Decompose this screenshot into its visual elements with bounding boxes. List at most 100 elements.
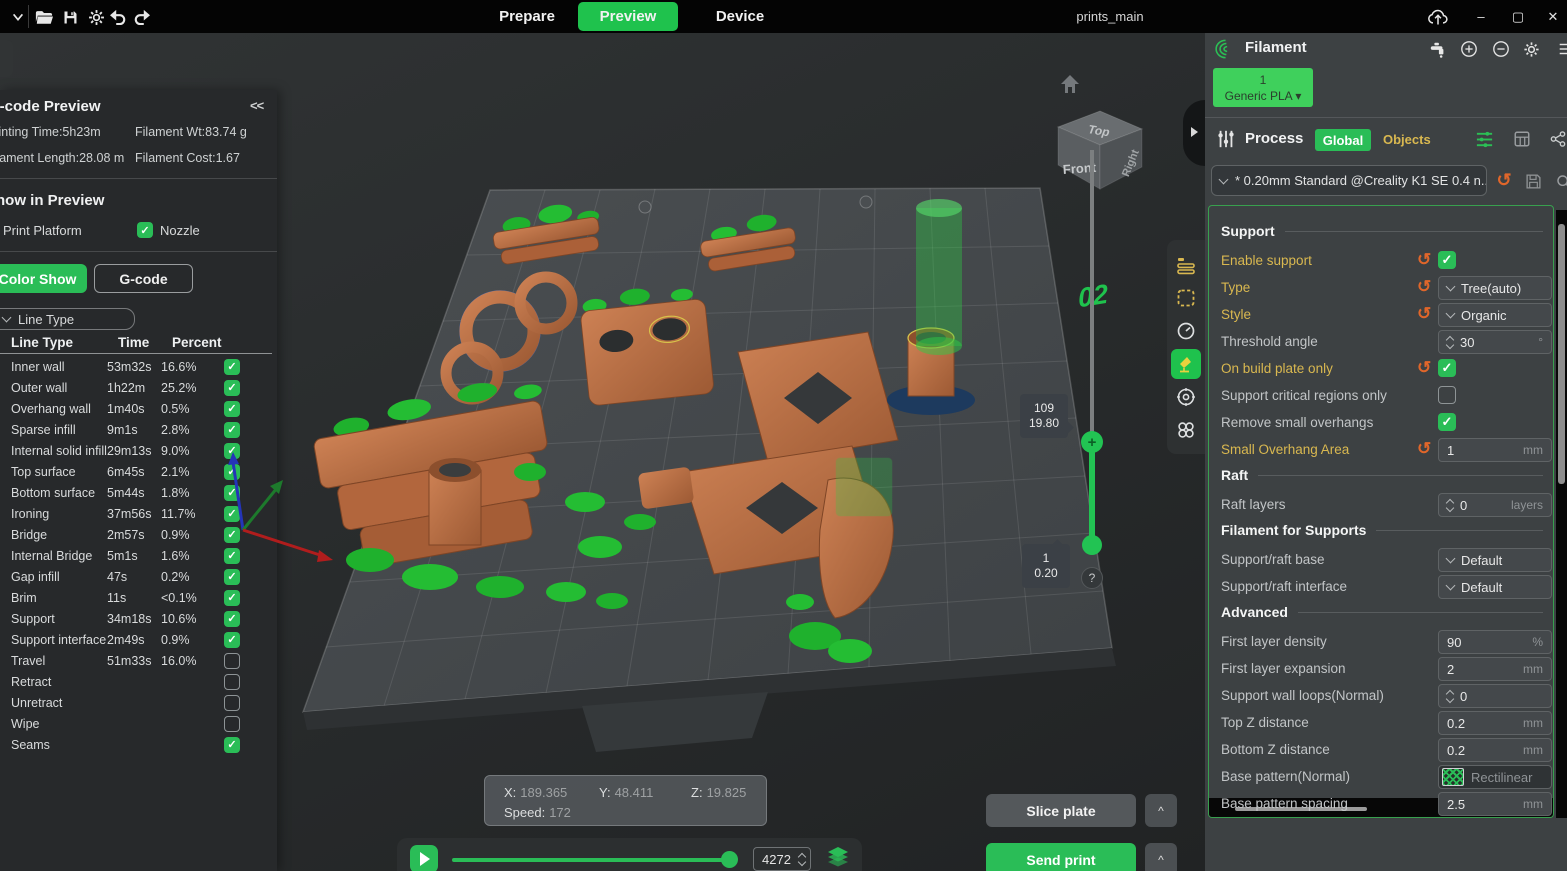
chevron-down-icon[interactable]: [8, 7, 28, 27]
line-type-visibility-checkbox[interactable]: ✓: [224, 422, 240, 438]
setting-dropdown[interactable]: Organic: [1438, 303, 1552, 327]
color-show-button[interactable]: Color Show: [0, 264, 87, 293]
play-button[interactable]: [410, 845, 438, 871]
line-type-visibility-checkbox[interactable]: ✓: [224, 401, 240, 417]
setting-input[interactable]: 0.2mm: [1438, 738, 1552, 762]
compare-share-icon[interactable]: [1547, 128, 1567, 150]
setting-checkbox[interactable]: ✓: [1438, 251, 1456, 269]
settings-gear-icon[interactable]: [86, 7, 106, 27]
reset-setting-icon[interactable]: ↺: [1417, 439, 1431, 459]
line-type-visibility-checkbox[interactable]: ✓: [224, 737, 240, 753]
gcode-button[interactable]: G-code: [94, 264, 193, 293]
layer-slider-top-handle[interactable]: +: [1081, 431, 1103, 453]
redo-icon[interactable]: [132, 7, 152, 27]
layer-step-input[interactable]: 4272: [753, 847, 811, 871]
tab-global[interactable]: Global: [1315, 129, 1371, 151]
left-collapsed-tab[interactable]: [0, 40, 13, 77]
line-type-visibility-checkbox[interactable]: ✓: [224, 590, 240, 606]
spinner-arrows-icon[interactable]: [799, 854, 805, 865]
quality-category-icon[interactable]: [1171, 250, 1201, 280]
help-icon[interactable]: ?: [1081, 567, 1103, 589]
maximize-button[interactable]: ▢: [1505, 6, 1531, 27]
setting-dropdown[interactable]: Tree(auto): [1438, 276, 1552, 300]
setting-input[interactable]: 1mm: [1438, 438, 1552, 462]
slice-plate-button[interactable]: Slice plate: [986, 794, 1136, 827]
send-print-button[interactable]: Send print: [986, 843, 1136, 871]
setting-spin[interactable]: 0: [1438, 684, 1552, 708]
setting-spin[interactable]: 0layers: [1438, 493, 1552, 517]
print-platform-option[interactable]: ✓ Print Platform: [0, 222, 82, 238]
setting-checkbox[interactable]: [1438, 386, 1456, 404]
line-type-visibility-checkbox[interactable]: ✓: [224, 443, 240, 459]
line-type-visibility-checkbox[interactable]: ✓: [224, 632, 240, 648]
setting-dropdown[interactable]: Default: [1438, 548, 1552, 572]
line-type-visibility-checkbox[interactable]: ✓: [224, 611, 240, 627]
cloud-upload-icon[interactable]: [1428, 7, 1448, 27]
cooling-category-icon[interactable]: [1171, 382, 1201, 412]
line-type-visibility-checkbox[interactable]: [224, 653, 240, 669]
line-type-visibility-checkbox[interactable]: ✓: [224, 359, 240, 375]
minimize-button[interactable]: –: [1468, 6, 1494, 27]
setting-input[interactable]: 0.2mm: [1438, 711, 1552, 735]
line-type-visibility-checkbox[interactable]: ✓: [224, 527, 240, 543]
setting-spin[interactable]: 30°: [1438, 330, 1552, 354]
line-type-visibility-checkbox[interactable]: ✓: [224, 485, 240, 501]
others-category-icon[interactable]: [1171, 415, 1201, 445]
home-view-icon[interactable]: [1058, 73, 1082, 95]
setting-checkbox[interactable]: ✓: [1438, 413, 1456, 431]
flush-faucet-icon[interactable]: [1427, 38, 1449, 60]
spinner-arrows-icon[interactable]: [1447, 337, 1453, 348]
close-button[interactable]: ✕: [1540, 6, 1566, 27]
line-type-visibility-checkbox[interactable]: ✓: [224, 548, 240, 564]
reset-setting-icon[interactable]: ↺: [1417, 250, 1431, 270]
vscroll-thumb[interactable]: [1558, 224, 1565, 484]
pre set-dropdown[interactable]: * 0.20mm Standard @Creality K1 SE 0.4 n.…: [1211, 165, 1487, 196]
strength-category-icon[interactable]: [1171, 283, 1201, 313]
reset-setting-icon[interactable]: ↺: [1417, 277, 1431, 297]
playback-slider-knob[interactable]: [721, 851, 738, 868]
setting-pattern[interactable]: Rectilinear: [1438, 765, 1552, 789]
layers-mode-icon[interactable]: [825, 844, 851, 870]
filament-slot-chip[interactable]: 1 Generic PLA ▾: [1213, 68, 1313, 107]
save-preset-icon[interactable]: [1522, 170, 1544, 192]
expand-panel-arrow[interactable]: [1183, 100, 1205, 166]
line-type-visibility-checkbox[interactable]: ✓: [224, 506, 240, 522]
filament-settings-gear-icon[interactable]: [1520, 38, 1542, 60]
setting-input[interactable]: 2.5mm: [1438, 792, 1552, 816]
tab-objects[interactable]: Objects: [1383, 132, 1431, 147]
slice-options-button[interactable]: ^: [1145, 794, 1177, 827]
reset-setting-icon[interactable]: ↺: [1417, 358, 1431, 378]
playback-slider-track[interactable]: [452, 858, 735, 862]
reset-setting-icon[interactable]: ↺: [1417, 304, 1431, 324]
view-cube[interactable]: Top Front Right: [1048, 101, 1148, 193]
save-icon[interactable]: [60, 7, 80, 27]
remove-filament-icon[interactable]: [1490, 38, 1512, 60]
nozzle-option[interactable]: ✓ Nozzle: [137, 222, 200, 238]
spinner-arrows-icon[interactable]: [1447, 691, 1453, 702]
setting-dropdown[interactable]: Default: [1438, 575, 1552, 599]
reset-preset-icon[interactable]: ↺: [1493, 169, 1515, 191]
clipped-tool-icon[interactable]: [1555, 38, 1567, 60]
support-category-icon[interactable]: [1171, 349, 1201, 379]
setting-input[interactable]: 2mm: [1438, 657, 1552, 681]
line-type-filter-dropdown[interactable]: Line Type: [0, 308, 135, 330]
params-list-icon[interactable]: [1473, 128, 1495, 150]
undo-icon[interactable]: [108, 7, 128, 27]
line-type-visibility-checkbox[interactable]: [224, 674, 240, 690]
send-options-button[interactable]: ^: [1145, 843, 1177, 871]
tab-preview[interactable]: Preview: [578, 2, 678, 31]
line-type-visibility-checkbox[interactable]: ✓: [224, 380, 240, 396]
line-type-visibility-checkbox[interactable]: ✓: [224, 464, 240, 480]
collapse-panel-button[interactable]: <<: [250, 98, 263, 113]
vertical-scrollbar[interactable]: [1556, 210, 1567, 818]
add-filament-icon[interactable]: [1458, 38, 1480, 60]
setting-input[interactable]: 90%: [1438, 630, 1552, 654]
layer-slider-bottom-handle[interactable]: [1082, 535, 1102, 555]
open-file-icon[interactable]: [34, 7, 54, 27]
search-params-icon[interactable]: [1552, 170, 1567, 192]
line-type-visibility-checkbox[interactable]: ✓: [224, 569, 240, 585]
line-type-visibility-checkbox[interactable]: [224, 716, 240, 732]
layer-slider-range[interactable]: [1089, 442, 1095, 545]
line-type-visibility-checkbox[interactable]: [224, 695, 240, 711]
nozzle-checkbox[interactable]: ✓: [137, 222, 153, 238]
